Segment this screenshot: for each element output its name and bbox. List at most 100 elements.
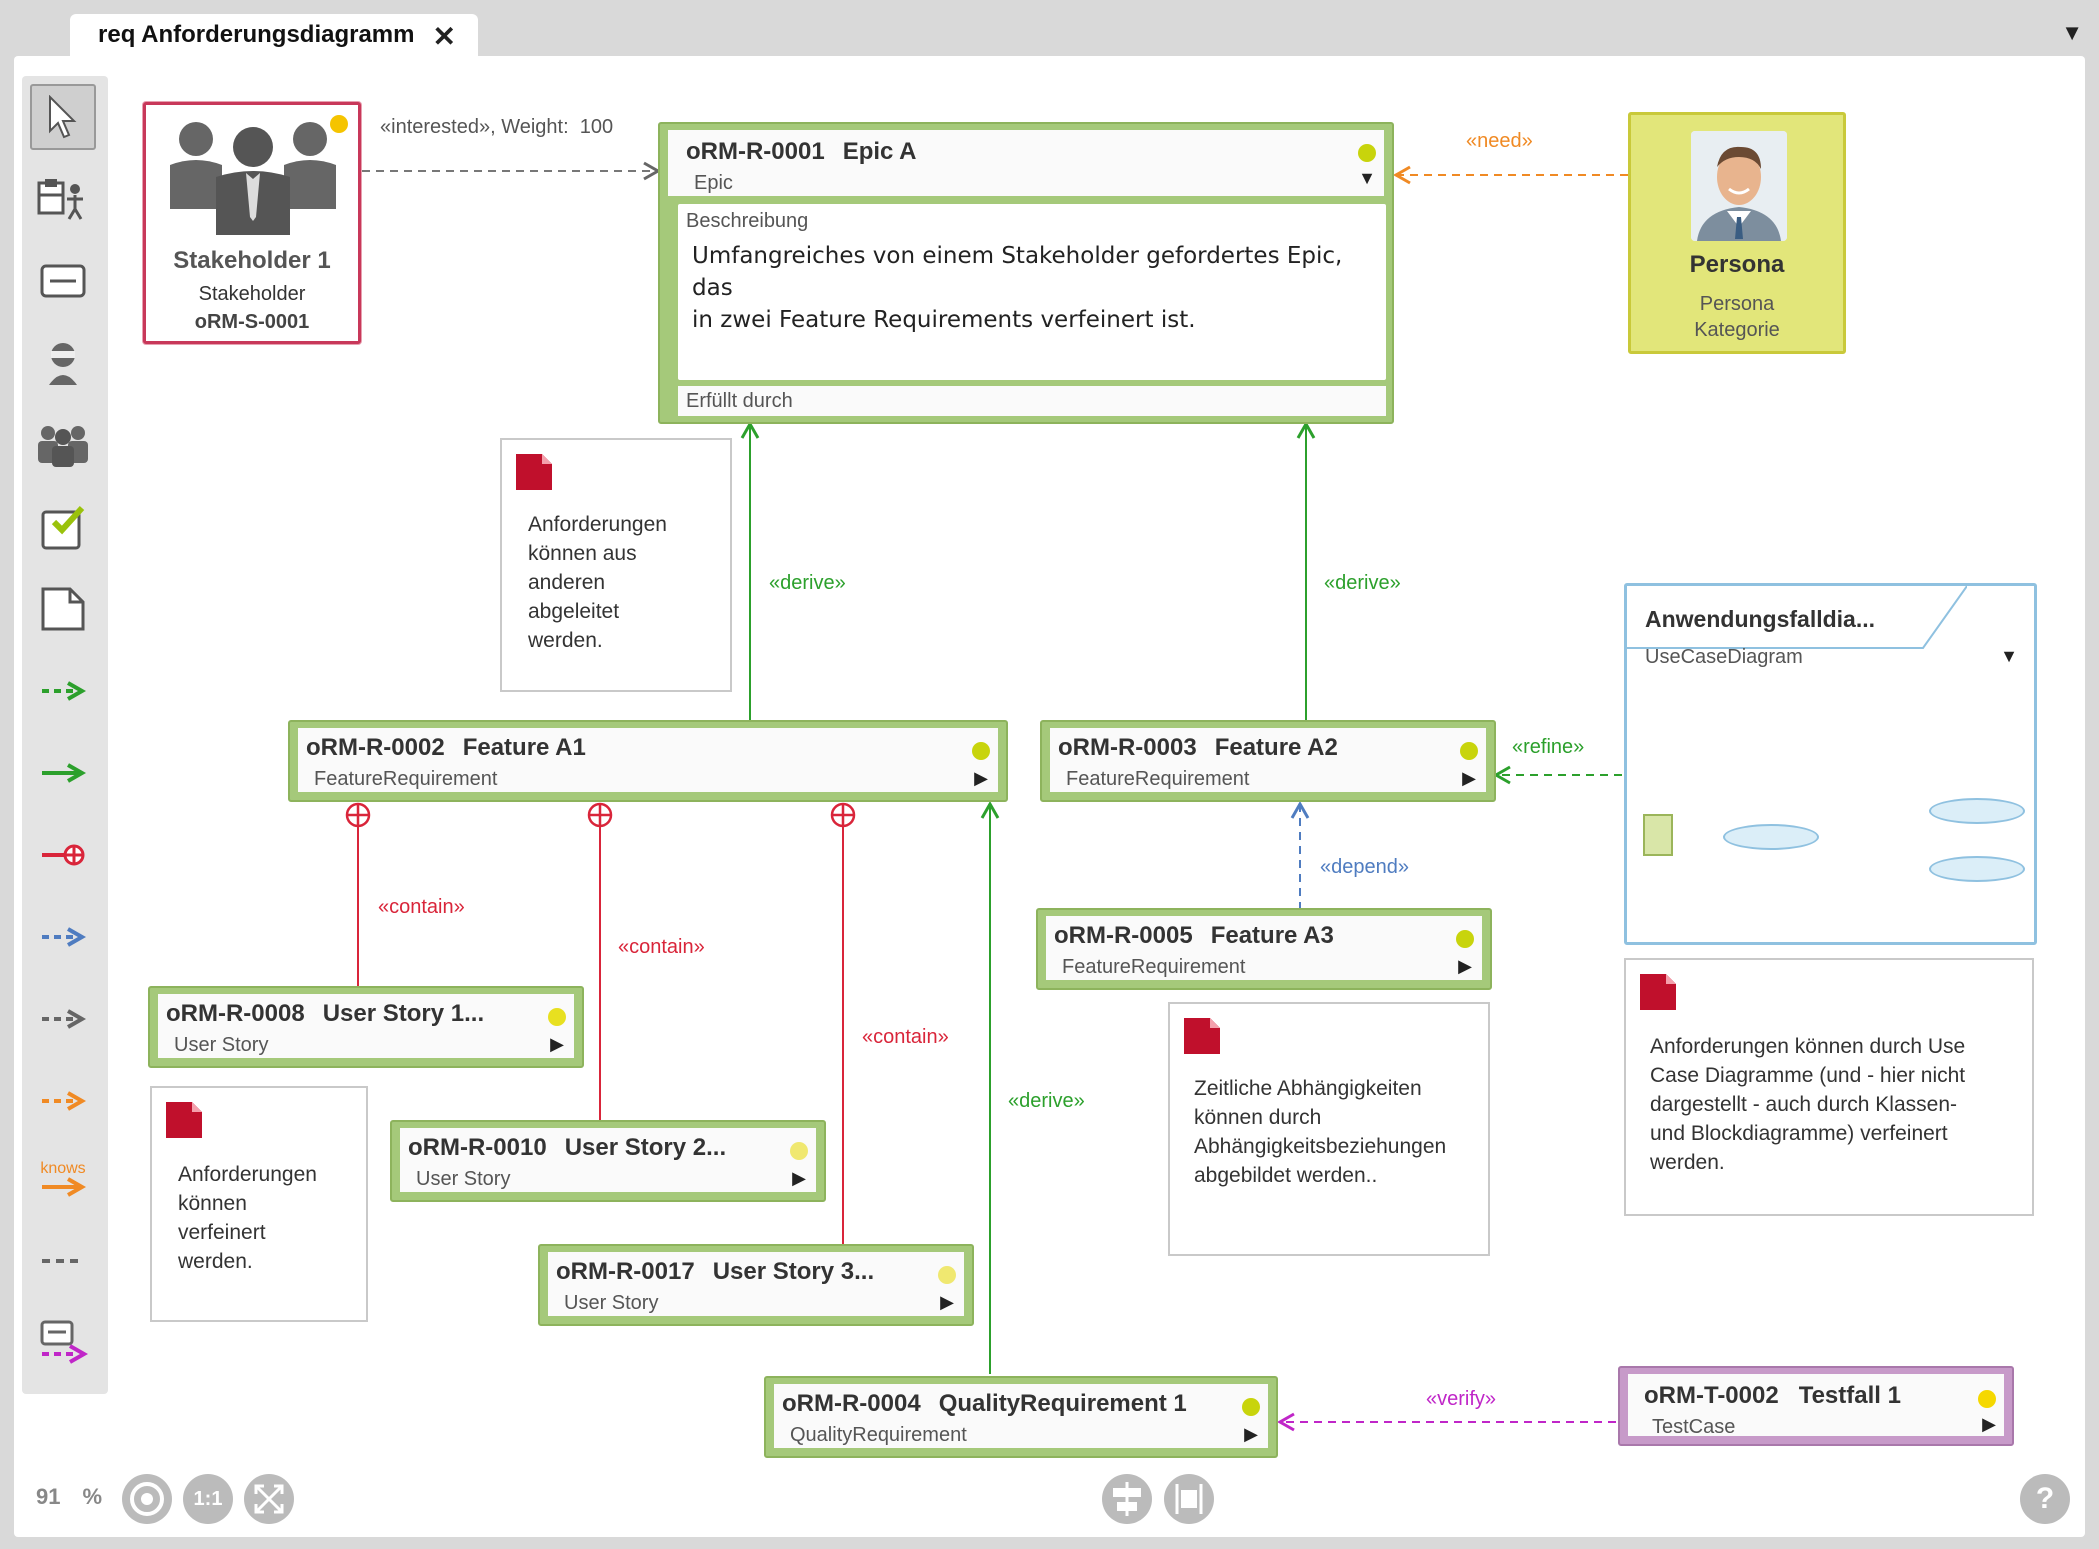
anchor-line-tool-icon[interactable] <box>30 1228 96 1294</box>
testcase-node[interactable]: oRM-T-0002 Testfall 1 TestCase ▶ <box>1618 1366 2014 1446</box>
persona-category: Kategorie <box>1694 319 1780 341</box>
status-dot <box>1460 742 1478 760</box>
note-line: werden. <box>178 1250 253 1273</box>
trace-relation-tool-icon[interactable] <box>30 740 96 806</box>
requirement-title: oRM-R-0002 Feature A1 <box>306 734 586 761</box>
feature-a1-node[interactable]: oRM-R-0002 Feature A1 FeatureRequirement … <box>288 720 1008 802</box>
feature-a3-node[interactable]: oRM-R-0005 Feature A3 FeatureRequirement … <box>1036 908 1492 990</box>
feature-a2-node[interactable]: oRM-R-0003 Feature A2 FeatureRequirement … <box>1040 720 1496 802</box>
note-line: können durch <box>1194 1106 1322 1129</box>
note-depend[interactable]: Zeitliche Abhängigkeiten können durch Abhä… <box>1168 1002 1490 1256</box>
expand-icon[interactable]: ▶ <box>1462 768 1476 789</box>
note-refine[interactable]: Anforderungen können verfeinert werden. <box>150 1086 368 1322</box>
align-center-icon[interactable] <box>1102 1474 1152 1524</box>
epic-description-panel: Beschreibung Umfangreiches von einem Sta… <box>678 204 1386 380</box>
note-usecase-text: Anforderungen können durch Use Case Diagr… <box>1650 1032 1965 1177</box>
distribute-icon[interactable] <box>1164 1474 1214 1524</box>
derive-label-a2: «derive» <box>1324 572 1401 594</box>
description-text: Umfangreiches von einem Stakeholder gefo… <box>692 243 1343 333</box>
requirement-tool-icon[interactable] <box>30 248 96 314</box>
fulfilled-panel: Erfüllt durch <box>678 386 1386 416</box>
note-line: Anforderungen <box>528 513 667 536</box>
help-button[interactable]: ? <box>2020 1474 2070 1524</box>
close-icon[interactable]: ✕ <box>433 20 456 53</box>
expand-icon[interactable]: ▶ <box>974 768 988 789</box>
dropdown-icon[interactable]: ▼ <box>1358 168 1376 189</box>
epic-title: oRM-R-0001 Epic A <box>686 138 917 165</box>
note-depend-text: Zeitliche Abhängigkeiten können durch Abhä… <box>1194 1074 1446 1190</box>
stakeholder-group-tool-icon[interactable] <box>30 412 96 478</box>
center-view-icon[interactable] <box>122 1474 172 1524</box>
interested-label: «interested», Weight: 100 <box>380 116 614 138</box>
status-dot <box>790 1142 808 1160</box>
testcase-tool-icon[interactable] <box>30 494 96 560</box>
requirement-type: User Story <box>416 1168 511 1190</box>
tab-diagram[interactable]: req Anforderungsdiagramm ✕ <box>70 14 478 56</box>
expand-icon[interactable]: ▶ <box>940 1292 954 1313</box>
expand-icon[interactable]: ▶ <box>1982 1414 1996 1435</box>
requirement-type: FeatureRequirement <box>1062 956 1246 978</box>
epic-node[interactable]: oRM-R-0001 Epic A Epic ▼ Beschreibung Umf… <box>658 122 1394 424</box>
expand-icon[interactable]: ▶ <box>1244 1424 1258 1445</box>
expand-icon[interactable]: ▶ <box>792 1168 806 1189</box>
note-line: anderen <box>528 571 606 594</box>
requirement-type: FeatureRequirement <box>314 768 498 790</box>
tab-bar: req Anforderungsdiagramm ✕ ▼ <box>0 0 2099 56</box>
derive-label-qr: «derive» <box>1008 1090 1085 1112</box>
note-line: Abhängigkeitsbeziehungen <box>1194 1135 1447 1158</box>
requirement-type: FeatureRequirement <box>1066 768 1250 790</box>
user-story-3-node[interactable]: oRM-R-0017 User Story 3... User Story ▶ <box>538 1244 974 1326</box>
verify-relation-tool-icon[interactable] <box>30 1310 96 1376</box>
status-dot <box>938 1266 956 1284</box>
fit-to-screen-icon[interactable] <box>244 1474 294 1524</box>
epic-type: Epic <box>694 172 733 194</box>
quality-requirement-node[interactable]: oRM-R-0004 QualityRequirement 1 QualityRe… <box>764 1376 1278 1458</box>
note-line: Anforderungen <box>178 1163 317 1186</box>
note-line: Zeitliche Abhängigkeiten <box>1194 1077 1422 1100</box>
usecase-ellipse <box>1929 798 2025 824</box>
dropdown-icon[interactable]: ▼ <box>2000 646 2018 667</box>
need-relation-tool-icon[interactable] <box>30 1068 96 1134</box>
usecase-diagram-node[interactable]: Anwendungsfalldia... UseCaseDiagram ▼ <box>1624 583 2037 945</box>
usecase-title: Anwendungsfalldia... <box>1645 606 1876 632</box>
note-line: dargestellt - auch durch Klassen- <box>1650 1093 1957 1116</box>
note-line: und Blockdiagramme) verfeinert <box>1650 1122 1948 1145</box>
generic-relation-tool-icon[interactable] <box>30 986 96 1052</box>
note-line: werden. <box>1650 1151 1725 1174</box>
expand-icon[interactable]: ▶ <box>1458 956 1472 977</box>
knows-relation-tool-icon[interactable]: knows <box>30 1146 96 1212</box>
tab-menu-icon[interactable]: ▼ <box>2061 20 2083 46</box>
note-line: Case Diagramme (und - hier nicht <box>1650 1064 1966 1087</box>
user-story-2-node[interactable]: oRM-R-0010 User Story 2... User Story ▶ <box>390 1120 826 1202</box>
note-line: werden. <box>528 629 603 652</box>
note-derive[interactable]: Anforderungen können aus anderen abgeleitet… <box>500 438 732 692</box>
note-refine-text: Anforderungen können verfeinert werden. <box>178 1160 317 1276</box>
note-tool-icon[interactable] <box>30 576 96 642</box>
note-usecase[interactable]: Anforderungen können durch Use Case Diagr… <box>1624 958 2034 1216</box>
requirement-title: oRM-R-0017 User Story 3... <box>556 1258 875 1285</box>
stakeholder-type: Stakeholder <box>198 283 306 305</box>
depend-label: «depend» <box>1320 856 1409 878</box>
persona-tool-icon[interactable] <box>30 330 96 396</box>
stakeholder-node[interactable]: Stakeholder 1 Stakeholder oRM-S-0001 <box>143 102 361 344</box>
requirement-stakeholder-tool-icon[interactable] <box>30 166 96 232</box>
pointer-tool-icon[interactable] <box>30 84 96 150</box>
persona-node[interactable]: Persona Persona Kategorie <box>1628 112 1846 354</box>
derive-label-a1: «derive» <box>769 572 846 594</box>
note-line: abgeleitet <box>528 600 620 623</box>
user-story-1-node[interactable]: oRM-R-0008 User Story 1... User Story ▶ <box>148 986 584 1068</box>
depend-relation-tool-icon[interactable] <box>30 904 96 970</box>
verify-label: «verify» <box>1426 1388 1497 1410</box>
status-dot <box>548 1008 566 1026</box>
contain-label-2: «contain» <box>618 936 705 958</box>
expand-icon[interactable]: ▶ <box>550 1034 564 1055</box>
note-document-icon <box>1184 1018 1220 1054</box>
contain-relation-tool-icon[interactable] <box>30 822 96 888</box>
derive-relation-tool-icon[interactable] <box>30 658 96 724</box>
palette-toolbar: knows <box>22 76 108 1394</box>
requirement-title: oRM-R-0003 Feature A2 <box>1058 734 1338 761</box>
status-dot <box>972 742 990 760</box>
note-document-icon <box>1640 974 1676 1010</box>
zoom-1-1-button[interactable]: 1:1 <box>183 1474 233 1524</box>
contain-label-1: «contain» <box>378 896 465 918</box>
